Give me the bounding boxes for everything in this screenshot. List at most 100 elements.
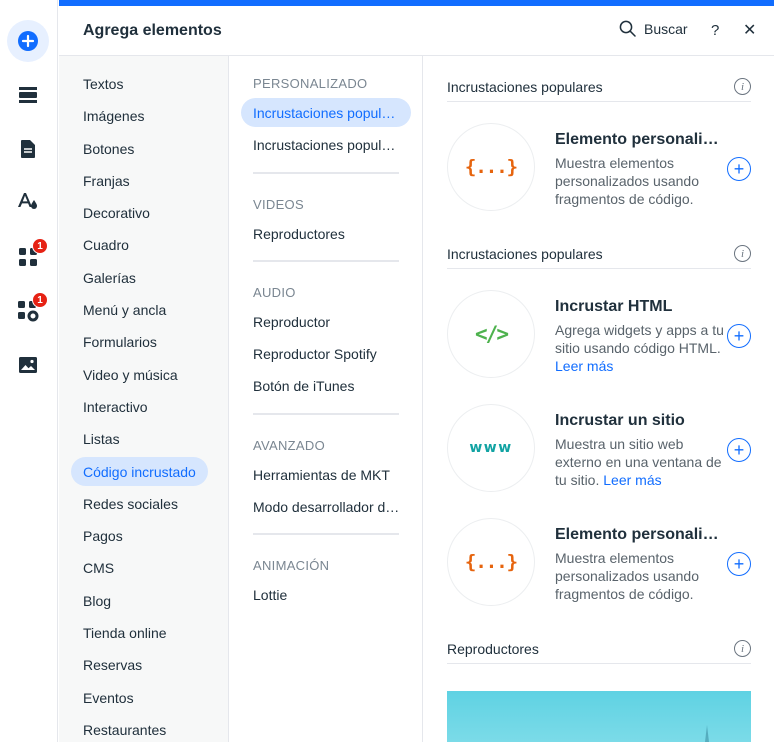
section-heading: AVANZADO bbox=[253, 438, 325, 453]
category-item[interactable]: Interactivo bbox=[71, 392, 160, 421]
subcategory-label: Lottie bbox=[253, 586, 288, 603]
element-description: Muestra elementos personalizados usando … bbox=[555, 550, 699, 602]
element-title: Incrustar un sitio bbox=[555, 412, 685, 429]
subcategory-label: Incrustaciones populares bbox=[253, 104, 401, 121]
player-preview-image[interactable] bbox=[447, 691, 751, 742]
category-list: Textos Imágenes Botones Franjas Decorati… bbox=[59, 56, 229, 742]
sections-button[interactable] bbox=[8, 75, 48, 115]
add-element-button[interactable]: + bbox=[727, 552, 751, 576]
category-item[interactable]: Cuadro bbox=[71, 230, 141, 259]
element-thumbnail[interactable]: {...} bbox=[447, 123, 535, 211]
section-header: Incrustaciones populares i bbox=[447, 239, 751, 269]
subcategory-item[interactable]: Botón de iTunes bbox=[241, 371, 411, 400]
category-item[interactable]: Textos bbox=[71, 69, 135, 98]
category-item[interactable]: Decorativo bbox=[71, 198, 162, 227]
add-elements-button[interactable] bbox=[7, 20, 49, 62]
add-icon bbox=[18, 31, 38, 51]
element-thumbnail[interactable]: {...} bbox=[447, 518, 535, 606]
media-icon bbox=[19, 357, 37, 373]
subcategory-label: Herramientas de MKT bbox=[253, 466, 390, 483]
subcategory-item[interactable]: Reproductores bbox=[241, 219, 411, 248]
subcategory-label: Incrustaciones populares bbox=[253, 136, 401, 153]
subcategory-label: Reproductor Spotify bbox=[253, 345, 377, 362]
category-item[interactable]: Menú y ancla bbox=[71, 295, 178, 324]
curly-braces-icon: {...} bbox=[464, 156, 518, 178]
category-item[interactable]: Eventos bbox=[71, 683, 146, 712]
section-title: Incrustaciones populares bbox=[447, 78, 603, 95]
category-item[interactable]: Blog bbox=[71, 586, 123, 615]
element-thumbnail[interactable]: </> bbox=[447, 290, 535, 378]
category-item[interactable]: Pagos bbox=[71, 521, 135, 550]
read-more-link[interactable]: Leer más bbox=[555, 358, 613, 374]
search-label: Buscar bbox=[644, 20, 688, 37]
divider bbox=[253, 413, 399, 415]
apps-button[interactable]: 1 bbox=[8, 237, 48, 277]
curly-braces-icon: {...} bbox=[464, 551, 518, 573]
section-heading: AUDIO bbox=[253, 285, 296, 300]
sections-icon bbox=[19, 87, 37, 103]
element-description: Agrega widgets y apps a tu sitio usando … bbox=[555, 322, 724, 374]
search-button[interactable]: Buscar bbox=[619, 20, 688, 37]
category-item[interactable]: Restaurantes bbox=[71, 715, 178, 742]
close-button[interactable]: ✕ bbox=[743, 20, 756, 40]
design-button[interactable] bbox=[8, 181, 48, 221]
element-card[interactable]: {...} Elemento personalizado Muestra ele… bbox=[447, 123, 757, 215]
divider bbox=[253, 260, 399, 262]
code-tag-icon: </> bbox=[475, 322, 509, 346]
subcategory-item-active[interactable]: Incrustaciones populares bbox=[241, 98, 411, 127]
divider bbox=[253, 172, 399, 174]
section-heading: ANIMACIÓN bbox=[253, 558, 330, 573]
element-description: Muestra elementos personalizados usando … bbox=[555, 155, 699, 207]
category-item[interactable]: Imágenes bbox=[71, 101, 156, 130]
element-description: Muestra un sitio web externo en una vent… bbox=[555, 436, 722, 488]
category-item[interactable]: Video y música bbox=[71, 360, 190, 389]
category-item-active[interactable]: Código incrustado bbox=[71, 457, 208, 486]
www-icon: www bbox=[469, 440, 513, 456]
subcategory-label: Reproductores bbox=[253, 225, 345, 242]
add-element-button[interactable]: + bbox=[727, 157, 751, 181]
subcategory-item[interactable]: Reproductor Spotify bbox=[241, 339, 411, 368]
section-heading: PERSONALIZADO bbox=[253, 76, 368, 91]
category-item[interactable]: Reservas bbox=[71, 650, 154, 679]
media-button[interactable] bbox=[8, 345, 48, 385]
element-thumbnail[interactable]: www bbox=[447, 404, 535, 492]
category-item[interactable]: Tienda online bbox=[71, 618, 179, 647]
panel-title: Agrega elementos bbox=[83, 22, 222, 39]
category-item[interactable]: Botones bbox=[71, 134, 146, 163]
left-toolbar: 1 1 bbox=[0, 0, 58, 742]
section-header: Reproductores i bbox=[447, 634, 751, 664]
element-card[interactable]: {...} Elemento personalizado Muestra ele… bbox=[447, 518, 757, 610]
business-apps-button[interactable]: 1 bbox=[8, 291, 48, 331]
read-more-link[interactable]: Leer más bbox=[603, 472, 661, 488]
element-title: Elemento personalizado bbox=[555, 526, 725, 543]
category-item[interactable]: Formularios bbox=[71, 327, 169, 356]
pages-icon bbox=[21, 140, 35, 158]
category-item[interactable]: Listas bbox=[71, 424, 132, 453]
subcategory-item[interactable]: Lottie bbox=[241, 580, 411, 609]
notification-badge: 1 bbox=[32, 292, 48, 308]
help-button[interactable]: ? bbox=[711, 22, 719, 39]
pages-button[interactable] bbox=[8, 129, 48, 169]
elements-panel: Incrustaciones populares i {...} Element… bbox=[424, 56, 774, 742]
section-header: Incrustaciones populares i bbox=[447, 72, 751, 102]
subcategory-item[interactable]: Incrustaciones populares bbox=[241, 130, 411, 159]
subcategory-label: Reproductor bbox=[253, 313, 331, 330]
category-item[interactable]: Redes sociales bbox=[71, 489, 190, 518]
subcategory-item[interactable]: Herramientas de MKT bbox=[241, 460, 411, 489]
category-item[interactable]: CMS bbox=[71, 553, 126, 582]
search-icon bbox=[619, 20, 636, 37]
info-icon[interactable]: i bbox=[734, 245, 751, 262]
category-item[interactable]: Franjas bbox=[71, 166, 142, 195]
info-icon[interactable]: i bbox=[734, 640, 751, 657]
add-element-button[interactable]: + bbox=[727, 438, 751, 462]
element-card[interactable]: www Incrustar un sitio Muestra un sitio … bbox=[447, 404, 757, 496]
subcategory-label: Modo desarrollador de Wix bbox=[253, 498, 401, 515]
subcategory-item[interactable]: Reproductor bbox=[241, 307, 411, 336]
subcategory-item[interactable]: Modo desarrollador de Wix bbox=[241, 492, 411, 521]
info-icon[interactable]: i bbox=[734, 78, 751, 95]
category-item[interactable]: Galerías bbox=[71, 263, 148, 292]
add-element-button[interactable]: + bbox=[727, 324, 751, 348]
element-card[interactable]: </> Incrustar HTML Agrega widgets y apps… bbox=[447, 290, 757, 382]
subcategory-label: Botón de iTunes bbox=[253, 377, 355, 394]
panel-header: Agrega elementos Buscar ? ✕ bbox=[59, 6, 774, 56]
